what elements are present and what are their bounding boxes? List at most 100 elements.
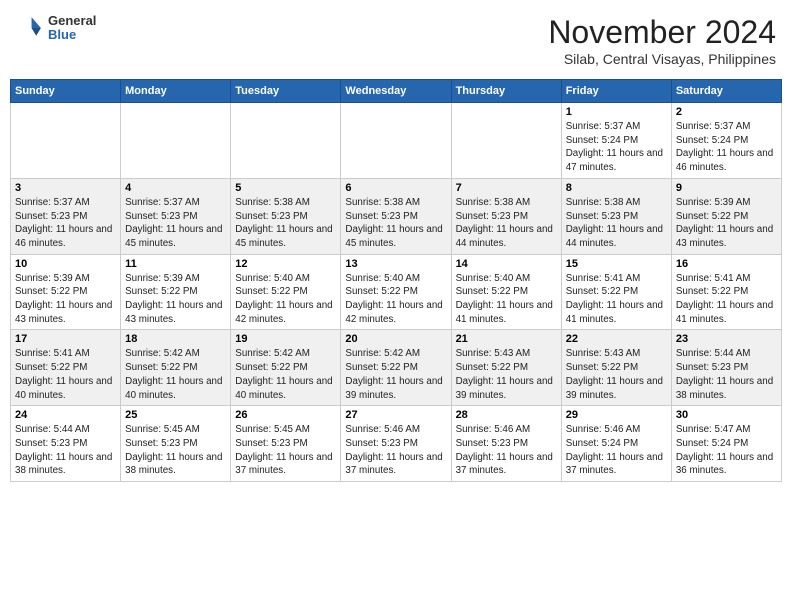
- calendar-cell: 29 Sunrise: 5:46 AM Sunset: 5:24 PM Dayli…: [561, 406, 671, 482]
- day-info: Sunrise: 5:38 AM Sunset: 5:23 PM Dayligh…: [235, 196, 336, 251]
- day-number: 9: [676, 182, 777, 194]
- day-number: 13: [345, 258, 446, 270]
- calendar-table: SundayMondayTuesdayWednesdayThursdayFrid…: [10, 79, 782, 482]
- day-number: 27: [345, 409, 446, 421]
- calendar-cell: [451, 103, 561, 179]
- calendar-cell: [11, 103, 121, 179]
- page-header: General Blue November 2024 Silab, Centra…: [10, 10, 782, 71]
- title-block: November 2024 Silab, Central Visayas, Ph…: [548, 14, 776, 67]
- day-number: 17: [15, 333, 116, 345]
- day-info: Sunrise: 5:41 AM Sunset: 5:22 PM Dayligh…: [15, 347, 116, 402]
- day-info: Sunrise: 5:46 AM Sunset: 5:23 PM Dayligh…: [456, 423, 557, 478]
- calendar-cell: 16 Sunrise: 5:41 AM Sunset: 5:22 PM Dayli…: [671, 254, 781, 330]
- calendar-week-row: 24 Sunrise: 5:44 AM Sunset: 5:23 PM Dayli…: [11, 406, 782, 482]
- calendar-week-row: 1 Sunrise: 5:37 AM Sunset: 5:24 PM Daylig…: [11, 103, 782, 179]
- calendar-cell: 14 Sunrise: 5:40 AM Sunset: 5:22 PM Dayli…: [451, 254, 561, 330]
- day-number: 10: [15, 258, 116, 270]
- day-info: Sunrise: 5:47 AM Sunset: 5:24 PM Dayligh…: [676, 423, 777, 478]
- day-info: Sunrise: 5:41 AM Sunset: 5:22 PM Dayligh…: [676, 272, 777, 327]
- calendar-cell: 25 Sunrise: 5:45 AM Sunset: 5:23 PM Dayli…: [121, 406, 231, 482]
- calendar-cell: 13 Sunrise: 5:40 AM Sunset: 5:22 PM Dayli…: [341, 254, 451, 330]
- day-info: Sunrise: 5:38 AM Sunset: 5:23 PM Dayligh…: [566, 196, 667, 251]
- day-info: Sunrise: 5:37 AM Sunset: 5:23 PM Dayligh…: [15, 196, 116, 251]
- day-info: Sunrise: 5:44 AM Sunset: 5:23 PM Dayligh…: [15, 423, 116, 478]
- day-info: Sunrise: 5:40 AM Sunset: 5:22 PM Dayligh…: [235, 272, 336, 327]
- calendar-cell: 21 Sunrise: 5:43 AM Sunset: 5:22 PM Dayli…: [451, 330, 561, 406]
- day-info: Sunrise: 5:46 AM Sunset: 5:24 PM Dayligh…: [566, 423, 667, 478]
- day-number: 25: [125, 409, 226, 421]
- day-info: Sunrise: 5:42 AM Sunset: 5:22 PM Dayligh…: [345, 347, 446, 402]
- day-info: Sunrise: 5:45 AM Sunset: 5:23 PM Dayligh…: [125, 423, 226, 478]
- day-number: 23: [676, 333, 777, 345]
- calendar-cell: [231, 103, 341, 179]
- calendar-cell: 1 Sunrise: 5:37 AM Sunset: 5:24 PM Daylig…: [561, 103, 671, 179]
- day-info: Sunrise: 5:44 AM Sunset: 5:23 PM Dayligh…: [676, 347, 777, 402]
- calendar-cell: 15 Sunrise: 5:41 AM Sunset: 5:22 PM Dayli…: [561, 254, 671, 330]
- day-info: Sunrise: 5:39 AM Sunset: 5:22 PM Dayligh…: [15, 272, 116, 327]
- day-number: 5: [235, 182, 336, 194]
- day-number: 11: [125, 258, 226, 270]
- calendar-cell: 5 Sunrise: 5:38 AM Sunset: 5:23 PM Daylig…: [231, 178, 341, 254]
- day-info: Sunrise: 5:42 AM Sunset: 5:22 PM Dayligh…: [235, 347, 336, 402]
- day-number: 8: [566, 182, 667, 194]
- day-number: 20: [345, 333, 446, 345]
- calendar-cell: 23 Sunrise: 5:44 AM Sunset: 5:23 PM Dayli…: [671, 330, 781, 406]
- calendar-cell: 2Sunrise: 5:37 AM Sunset: 5:24 PM Daylig…: [671, 103, 781, 179]
- day-number: 18: [125, 333, 226, 345]
- calendar-cell: [341, 103, 451, 179]
- day-number: 30: [676, 409, 777, 421]
- day-info: Sunrise: 5:40 AM Sunset: 5:22 PM Dayligh…: [456, 272, 557, 327]
- day-number: 6: [345, 182, 446, 194]
- location: Silab, Central Visayas, Philippines: [548, 51, 776, 67]
- calendar-cell: 11 Sunrise: 5:39 AM Sunset: 5:22 PM Dayli…: [121, 254, 231, 330]
- day-info: Sunrise: 5:37 AM Sunset: 5:24 PM Dayligh…: [566, 120, 667, 175]
- day-number: 28: [456, 409, 557, 421]
- day-header-saturday: Saturday: [671, 80, 781, 103]
- day-header-friday: Friday: [561, 80, 671, 103]
- calendar-cell: [121, 103, 231, 179]
- day-number: 14: [456, 258, 557, 270]
- day-number: 22: [566, 333, 667, 345]
- calendar-cell: 17 Sunrise: 5:41 AM Sunset: 5:22 PM Dayli…: [11, 330, 121, 406]
- day-number: 21: [456, 333, 557, 345]
- day-number: 7: [456, 182, 557, 194]
- calendar-cell: 22Sunrise: 5:43 AM Sunset: 5:22 PM Dayli…: [561, 330, 671, 406]
- day-info: Sunrise: 5:41 AM Sunset: 5:22 PM Dayligh…: [566, 272, 667, 327]
- calendar-week-row: 17 Sunrise: 5:41 AM Sunset: 5:22 PM Dayli…: [11, 330, 782, 406]
- day-number: 19: [235, 333, 336, 345]
- calendar-cell: 26Sunrise: 5:45 AM Sunset: 5:23 PM Dayli…: [231, 406, 341, 482]
- day-info: Sunrise: 5:43 AM Sunset: 5:22 PM Dayligh…: [456, 347, 557, 402]
- day-info: Sunrise: 5:42 AM Sunset: 5:22 PM Dayligh…: [125, 347, 226, 402]
- calendar-cell: 28 Sunrise: 5:46 AM Sunset: 5:23 PM Dayli…: [451, 406, 561, 482]
- calendar-cell: 20 Sunrise: 5:42 AM Sunset: 5:22 PM Dayli…: [341, 330, 451, 406]
- logo: General Blue: [16, 14, 96, 43]
- day-info: Sunrise: 5:37 AM Sunset: 5:23 PM Dayligh…: [125, 196, 226, 251]
- day-info: Sunrise: 5:39 AM Sunset: 5:22 PM Dayligh…: [676, 196, 777, 251]
- day-header-tuesday: Tuesday: [231, 80, 341, 103]
- day-info: Sunrise: 5:46 AM Sunset: 5:23 PM Dayligh…: [345, 423, 446, 478]
- calendar-week-row: 3Sunrise: 5:37 AM Sunset: 5:23 PM Daylig…: [11, 178, 782, 254]
- day-number: 1: [566, 106, 667, 118]
- day-number: 24: [15, 409, 116, 421]
- day-number: 26: [235, 409, 336, 421]
- day-header-thursday: Thursday: [451, 80, 561, 103]
- day-info: Sunrise: 5:40 AM Sunset: 5:22 PM Dayligh…: [345, 272, 446, 327]
- calendar-week-row: 10 Sunrise: 5:39 AM Sunset: 5:22 PM Dayli…: [11, 254, 782, 330]
- day-info: Sunrise: 5:38 AM Sunset: 5:23 PM Dayligh…: [345, 196, 446, 251]
- month-title: November 2024: [548, 14, 776, 51]
- day-info: Sunrise: 5:39 AM Sunset: 5:22 PM Dayligh…: [125, 272, 226, 327]
- day-number: 29: [566, 409, 667, 421]
- calendar-cell: 9 Sunrise: 5:39 AM Sunset: 5:22 PM Daylig…: [671, 178, 781, 254]
- day-header-sunday: Sunday: [11, 80, 121, 103]
- day-number: 16: [676, 258, 777, 270]
- day-info: Sunrise: 5:38 AM Sunset: 5:23 PM Dayligh…: [456, 196, 557, 251]
- logo-text: General Blue: [48, 14, 96, 43]
- calendar-cell: 6 Sunrise: 5:38 AM Sunset: 5:23 PM Daylig…: [341, 178, 451, 254]
- calendar-cell: 12Sunrise: 5:40 AM Sunset: 5:22 PM Dayli…: [231, 254, 341, 330]
- logo-blue: Blue: [48, 28, 96, 42]
- logo-general: General: [48, 14, 96, 28]
- calendar-cell: 30 Sunrise: 5:47 AM Sunset: 5:24 PM Dayli…: [671, 406, 781, 482]
- calendar-cell: 19 Sunrise: 5:42 AM Sunset: 5:22 PM Dayli…: [231, 330, 341, 406]
- calendar-cell: 7 Sunrise: 5:38 AM Sunset: 5:23 PM Daylig…: [451, 178, 561, 254]
- day-number: 15: [566, 258, 667, 270]
